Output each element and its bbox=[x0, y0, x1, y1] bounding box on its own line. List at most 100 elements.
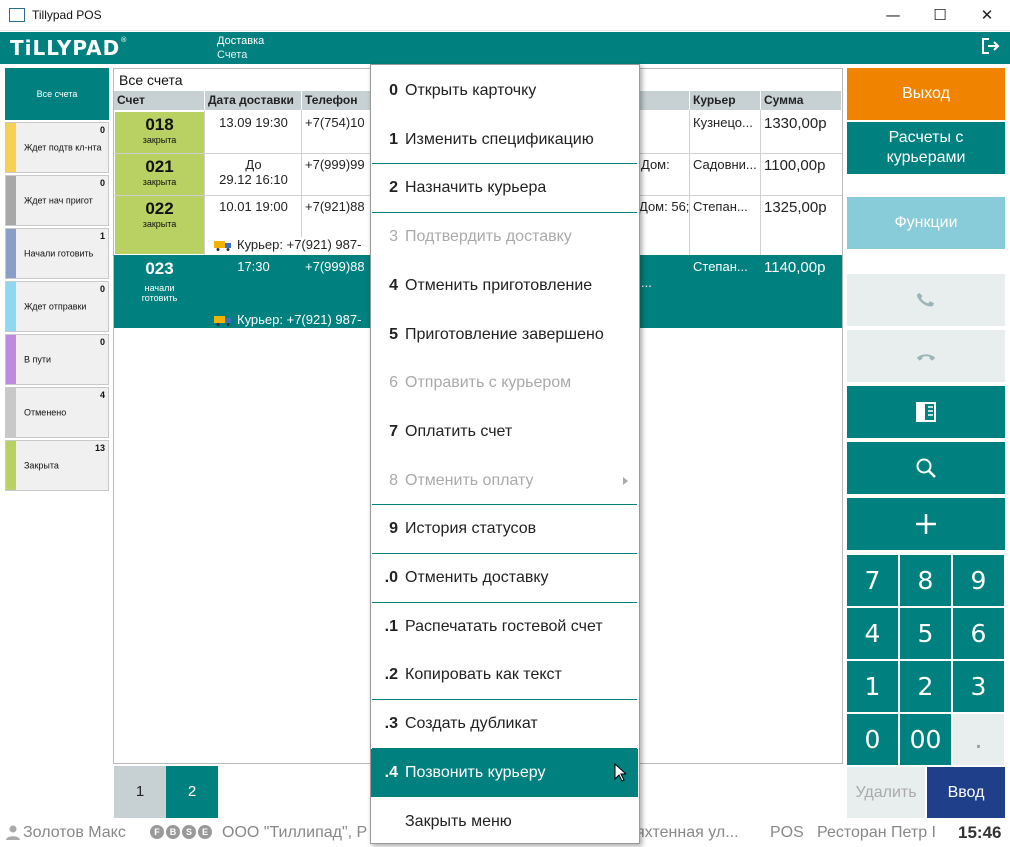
badge-e: E bbox=[198, 825, 212, 839]
menu-item-close[interactable]: Закрыть меню bbox=[371, 798, 638, 846]
menu-item-key: 9 bbox=[389, 520, 398, 537]
menu-item-2[interactable]: 2 Назначить курьера bbox=[371, 164, 638, 212]
key-1[interactable]: 1 bbox=[847, 661, 898, 712]
page-2-button[interactable]: 2 bbox=[166, 766, 218, 818]
menu-item-7[interactable]: 7 Оплатить счет bbox=[371, 408, 638, 456]
minimize-button[interactable]: — bbox=[870, 0, 916, 31]
courier-contact: Курьер: +7(921) 987- bbox=[214, 237, 361, 252]
col-divider bbox=[689, 110, 690, 255]
menu-item-dot0[interactable]: .0 Отменить доставку bbox=[371, 554, 638, 602]
add-button[interactable] bbox=[847, 498, 1005, 550]
menu-item-5[interactable]: 5 Приготовление завершено bbox=[371, 311, 638, 359]
menu-item-dot2[interactable]: .2 Копировать как текст bbox=[371, 651, 638, 699]
key-7[interactable]: 7 bbox=[847, 555, 898, 606]
date-prefix: До bbox=[245, 157, 262, 172]
key-9[interactable]: 9 bbox=[953, 555, 1004, 606]
menu-item-9[interactable]: 9 История статусов bbox=[371, 505, 638, 553]
key-6[interactable]: 6 bbox=[953, 608, 1004, 659]
col-divider bbox=[760, 110, 761, 255]
menu-item-dot3[interactable]: .3 Создать дубликат bbox=[371, 700, 638, 748]
phone: +7(999)88 bbox=[305, 259, 365, 274]
menu-item-key: .2 bbox=[384, 666, 398, 683]
menu-item-key: 8 bbox=[389, 472, 398, 489]
menu-item-label: Отменить приготовление bbox=[405, 277, 593, 294]
menu-item-dot1[interactable]: .1 Распечатать гостевой счет bbox=[371, 603, 638, 651]
order-number-cell: 023 начали готовить bbox=[115, 256, 204, 327]
menu-item-label: Приготовление завершено bbox=[405, 326, 604, 343]
phone: +7(921)88 bbox=[305, 199, 365, 214]
logout-icon[interactable] bbox=[982, 38, 1000, 54]
maximize-button[interactable]: ☐ bbox=[917, 0, 963, 31]
menu-item-6: 6 Отправить с курьером bbox=[371, 359, 638, 407]
sum: 1330,00р bbox=[764, 115, 827, 132]
col-header-account[interactable]: Счет bbox=[114, 91, 205, 110]
sidebar-item-label: Ждет отправки bbox=[24, 301, 87, 311]
delete-button[interactable]: Удалить bbox=[847, 767, 925, 818]
date-value: 29.12 16:10 bbox=[219, 172, 288, 187]
badge-s: S bbox=[182, 825, 196, 839]
courier-contact: Курьер: +7(921) 987- bbox=[214, 312, 361, 327]
menu-item-0[interactable]: 0 Открыть карточку bbox=[371, 67, 638, 115]
document-panel-icon bbox=[916, 402, 936, 422]
window-titlebar bbox=[0, 0, 1010, 31]
menu-item-label: Отменить оплату bbox=[405, 472, 534, 489]
sidebar-item-all[interactable]: Все счета bbox=[5, 68, 109, 120]
col-header-courier[interactable]: Курьер bbox=[690, 91, 761, 110]
accept-call-button[interactable] bbox=[847, 274, 1005, 326]
menu-item-label: Открыть карточку bbox=[405, 82, 537, 99]
col-header-addr[interactable] bbox=[638, 91, 690, 110]
sidebar-item-label: Закрыта bbox=[24, 460, 59, 470]
sidebar-item-label: Отменено bbox=[24, 407, 67, 417]
menu-item-label: Отправить с курьером bbox=[405, 374, 572, 391]
key-8[interactable]: 8 bbox=[900, 555, 951, 606]
menu-item-key: 4 bbox=[389, 277, 398, 294]
sidebar-item-count: 4 bbox=[99, 390, 105, 400]
sidebar-item-cancelled[interactable]: Отменено 4 bbox=[5, 387, 109, 438]
sidebar-item-label: В пути bbox=[24, 354, 52, 364]
key-4[interactable]: 4 bbox=[847, 608, 898, 659]
sidebar-item-closed[interactable]: Закрыта 13 bbox=[5, 440, 109, 491]
page-1-button[interactable]: 1 bbox=[114, 766, 166, 818]
sidebar-item-label: Ждет нач пригот bbox=[24, 195, 93, 205]
col-header-date[interactable]: Дата доставки bbox=[205, 91, 302, 110]
enter-button[interactable]: Ввод bbox=[927, 767, 1005, 818]
phone-hangup-icon bbox=[916, 354, 936, 361]
order-number: 022 bbox=[145, 199, 174, 218]
status-color-bar bbox=[6, 123, 16, 172]
key-00[interactable]: 00 bbox=[900, 714, 951, 765]
delivery-date: 13.09 19:30 bbox=[219, 115, 288, 130]
functions-button[interactable]: Функции bbox=[847, 197, 1005, 249]
key-3[interactable]: 3 bbox=[953, 661, 1004, 712]
col-header-sum[interactable]: Сумма bbox=[761, 91, 842, 110]
courier: Кузнецо... bbox=[693, 115, 753, 130]
table-row[interactable]: 021 закрыта bbox=[115, 154, 204, 195]
sidebar-item-label: Ждет подтв кл-нта bbox=[24, 142, 102, 152]
sidebar-item-awaiting-confirmation[interactable]: Ждет подтв кл-нта 0 bbox=[5, 122, 109, 173]
sidebar-item-awaiting-dispatch[interactable]: Ждет отправки 0 bbox=[5, 281, 109, 332]
key-0[interactable]: 0 bbox=[847, 714, 898, 765]
key-dot[interactable]: . bbox=[953, 714, 1004, 765]
table-row[interactable]: 022 закрыта bbox=[115, 196, 204, 254]
menu-item-4[interactable]: 4 Отменить приготовление bbox=[371, 262, 638, 310]
hangup-button[interactable] bbox=[847, 330, 1005, 382]
details-button[interactable] bbox=[847, 386, 1005, 438]
courier-settlements-button[interactable]: Расчеты с курьерами bbox=[847, 122, 1005, 174]
status-color-bar bbox=[6, 335, 16, 384]
phone: +7(754)10 bbox=[305, 115, 365, 130]
mode-badges: F B S E bbox=[150, 825, 212, 839]
menu-item-key: .1 bbox=[384, 618, 398, 635]
table-row[interactable]: 018 закрыта bbox=[115, 112, 204, 153]
sidebar-item-in-transit[interactable]: В пути 0 bbox=[5, 334, 109, 385]
key-2[interactable]: 2 bbox=[900, 661, 951, 712]
menu-item-dot4[interactable]: .4 Позвонить курьеру bbox=[371, 749, 638, 797]
status-color-bar bbox=[6, 282, 16, 331]
col-header-phone[interactable]: Телефон bbox=[302, 91, 372, 110]
close-button[interactable]: ✕ bbox=[964, 0, 1010, 31]
sidebar-item-cooking-started[interactable]: Начали готовить 1 bbox=[5, 228, 109, 279]
exit-button[interactable]: Выход bbox=[847, 68, 1005, 120]
sidebar-item-count: 13 bbox=[94, 443, 105, 453]
menu-item-1[interactable]: 1 Изменить спецификацию bbox=[371, 116, 638, 164]
search-button[interactable] bbox=[847, 442, 1005, 494]
key-5[interactable]: 5 bbox=[900, 608, 951, 659]
sidebar-item-awaiting-cooking[interactable]: Ждет нач пригот 0 bbox=[5, 175, 109, 226]
